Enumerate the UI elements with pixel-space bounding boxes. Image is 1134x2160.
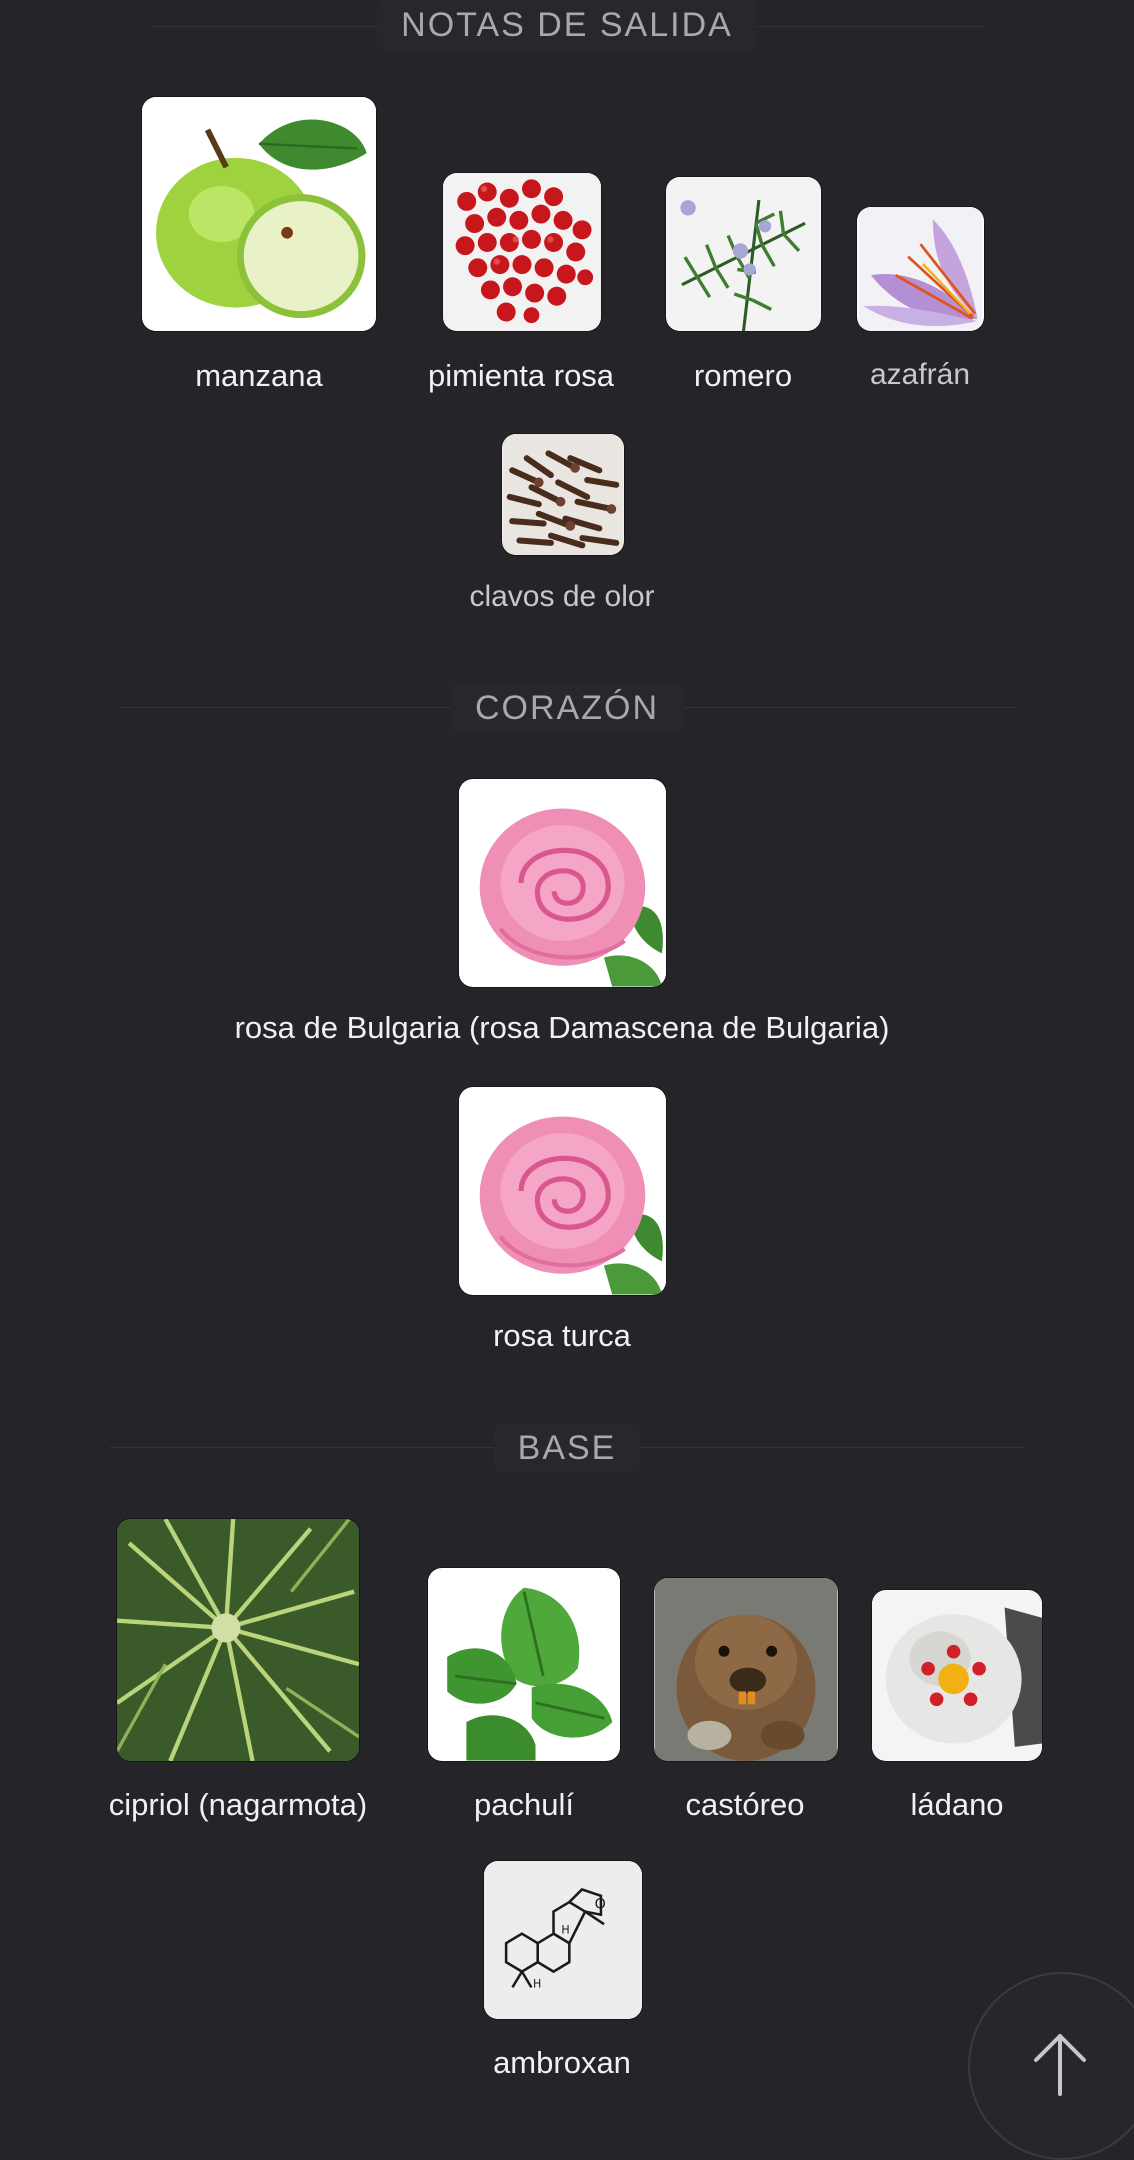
section-title-heart: CORAZÓN: [0, 683, 1134, 733]
note-image-ladano[interactable]: [872, 1590, 1042, 1761]
scroll-to-top-button[interactable]: [968, 1972, 1134, 2160]
note-label: ládano: [910, 1787, 1004, 1822]
section-title-base: BASE: [0, 1423, 1134, 1473]
note-label: pimienta rosa: [427, 358, 615, 393]
note-image-pimienta-rosa[interactable]: [443, 173, 601, 331]
note-image-pachuli[interactable]: [428, 1568, 620, 1761]
note-image-cipriol[interactable]: [117, 1519, 359, 1761]
note-label: rosa de Bulgaria (rosa Damascena de Bulg…: [234, 1010, 890, 1045]
note-image-manzana[interactable]: [142, 97, 376, 331]
note-image-rosa-de-bulgaria[interactable]: [459, 779, 666, 987]
note-label: pachulí: [474, 1787, 574, 1822]
note-label: rosa turca: [493, 1318, 631, 1353]
note-image-rosa-turca[interactable]: [459, 1087, 666, 1295]
arrow-up-icon: [1034, 2034, 1086, 2096]
svg-text:H: H: [561, 1924, 569, 1937]
svg-text:H: H: [533, 1977, 541, 1990]
note-image-ambroxan[interactable]: O H H: [484, 1861, 642, 2019]
note-image-romero[interactable]: [666, 177, 821, 331]
section-title-top: NOTAS DE SALIDA: [0, 0, 1134, 50]
note-image-clavos-de-olor[interactable]: [502, 434, 624, 555]
note-label: castóreo: [685, 1787, 805, 1822]
note-image-castoreo[interactable]: [654, 1578, 838, 1761]
note-image-azafran[interactable]: [857, 207, 984, 331]
svg-text:O: O: [595, 1896, 606, 1912]
note-label: ambroxan: [493, 2045, 631, 2080]
note-label: manzana: [195, 358, 323, 393]
note-label: clavos de olor: [469, 580, 655, 613]
note-label: cipriol (nagarmota): [108, 1787, 368, 1822]
note-label: romero: [693, 358, 793, 393]
note-label: azafrán: [869, 358, 971, 391]
